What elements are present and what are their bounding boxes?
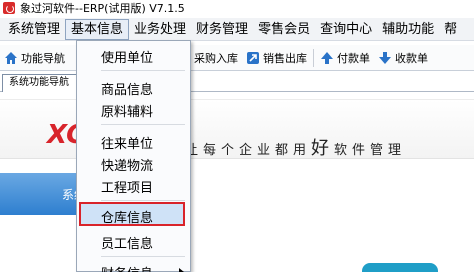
menu-divider <box>101 256 185 257</box>
basic-info-dropdown: 使用单位 商品信息 原料辅料 往来单位 快递物流 工程项目 仓库信息 员工信息 … <box>76 40 191 272</box>
menu-item-product-info[interactable]: 商品信息 <box>101 79 153 98</box>
sales-out-button[interactable]: 销售出库 <box>242 47 311 69</box>
receipt-label: 收款单 <box>395 51 428 65</box>
menu-query-center[interactable]: 查询中心 <box>315 19 377 40</box>
menu-item-employee-info[interactable]: 员工信息 <box>101 233 153 252</box>
menu-retail-member[interactable]: 零售会员 <box>253 19 315 40</box>
menu-divider <box>101 70 185 71</box>
home-icon <box>4 51 18 65</box>
payment-label: 付款单 <box>337 51 370 65</box>
menu-item-projects[interactable]: 工程项目 <box>101 177 153 196</box>
menu-item-raw-materials[interactable]: 原料辅料 <box>101 101 153 120</box>
toolbar-separator <box>313 48 314 67</box>
slogan: 让每个企业都用好软件管理 <box>185 134 406 160</box>
menu-basic-info[interactable]: 基本信息 <box>65 18 130 40</box>
menu-bar: 系统管理 基本信息 业务处理 财务管理 零售会员 查询中心 辅助功能 帮 <box>0 18 474 41</box>
menu-divider <box>101 124 185 125</box>
menu-business[interactable]: 业务处理 <box>129 19 191 40</box>
menu-item-finance-info[interactable]: 财务信息 <box>101 263 153 272</box>
menu-finance[interactable]: 财务管理 <box>191 19 253 40</box>
menu-help[interactable]: 帮 <box>439 19 462 40</box>
payment-icon <box>320 51 334 65</box>
sales-out-icon <box>246 51 260 65</box>
app-logo-icon <box>3 1 15 14</box>
welcome-banner: XC 让每个企业都用好软件管理 <box>0 99 474 159</box>
slogan-emphasis: 好 <box>311 138 335 159</box>
menu-item-warehouse-info[interactable]: 仓库信息 <box>101 207 153 226</box>
submenu-arrow-icon <box>179 268 184 272</box>
purchase-in-label: 采购入库 <box>194 51 238 65</box>
title-bar: 象过河软件--ERP(试用版) V7.1.5 <box>0 0 474 15</box>
menu-item-using-unit[interactable]: 使用单位 <box>101 47 153 66</box>
menu-system[interactable]: 系统管理 <box>3 19 65 40</box>
toolbar: 功能导航 采购入库 销售出库 付款单 收款单 <box>0 45 474 71</box>
payment-button[interactable]: 付款单 <box>316 47 374 69</box>
nav-button[interactable]: 功能导航 <box>0 47 69 69</box>
menu-divider <box>101 200 185 201</box>
window-title: 象过河软件--ERP(试用版) V7.1.5 <box>20 1 185 15</box>
nav-button-label: 功能导航 <box>21 51 65 65</box>
tab-bar: 系统功能导航 <box>0 73 474 92</box>
slogan-post: 软件管理 <box>334 143 407 158</box>
main-content: XC 让每个企业都用好软件管理 系统 <box>0 93 474 272</box>
slogan-pre: 让每个企业都用 <box>185 143 312 158</box>
receipt-button[interactable]: 收款单 <box>374 47 432 69</box>
action-button[interactable] <box>362 263 438 272</box>
menu-auxiliary[interactable]: 辅助功能 <box>377 19 439 40</box>
menu-item-express-logistics[interactable]: 快递物流 <box>101 155 153 174</box>
sales-out-label: 销售出库 <box>263 51 307 65</box>
menu-item-contacts[interactable]: 往来单位 <box>101 133 153 152</box>
receipt-icon <box>378 51 392 65</box>
tab-system-nav[interactable]: 系统功能导航 <box>2 74 82 92</box>
